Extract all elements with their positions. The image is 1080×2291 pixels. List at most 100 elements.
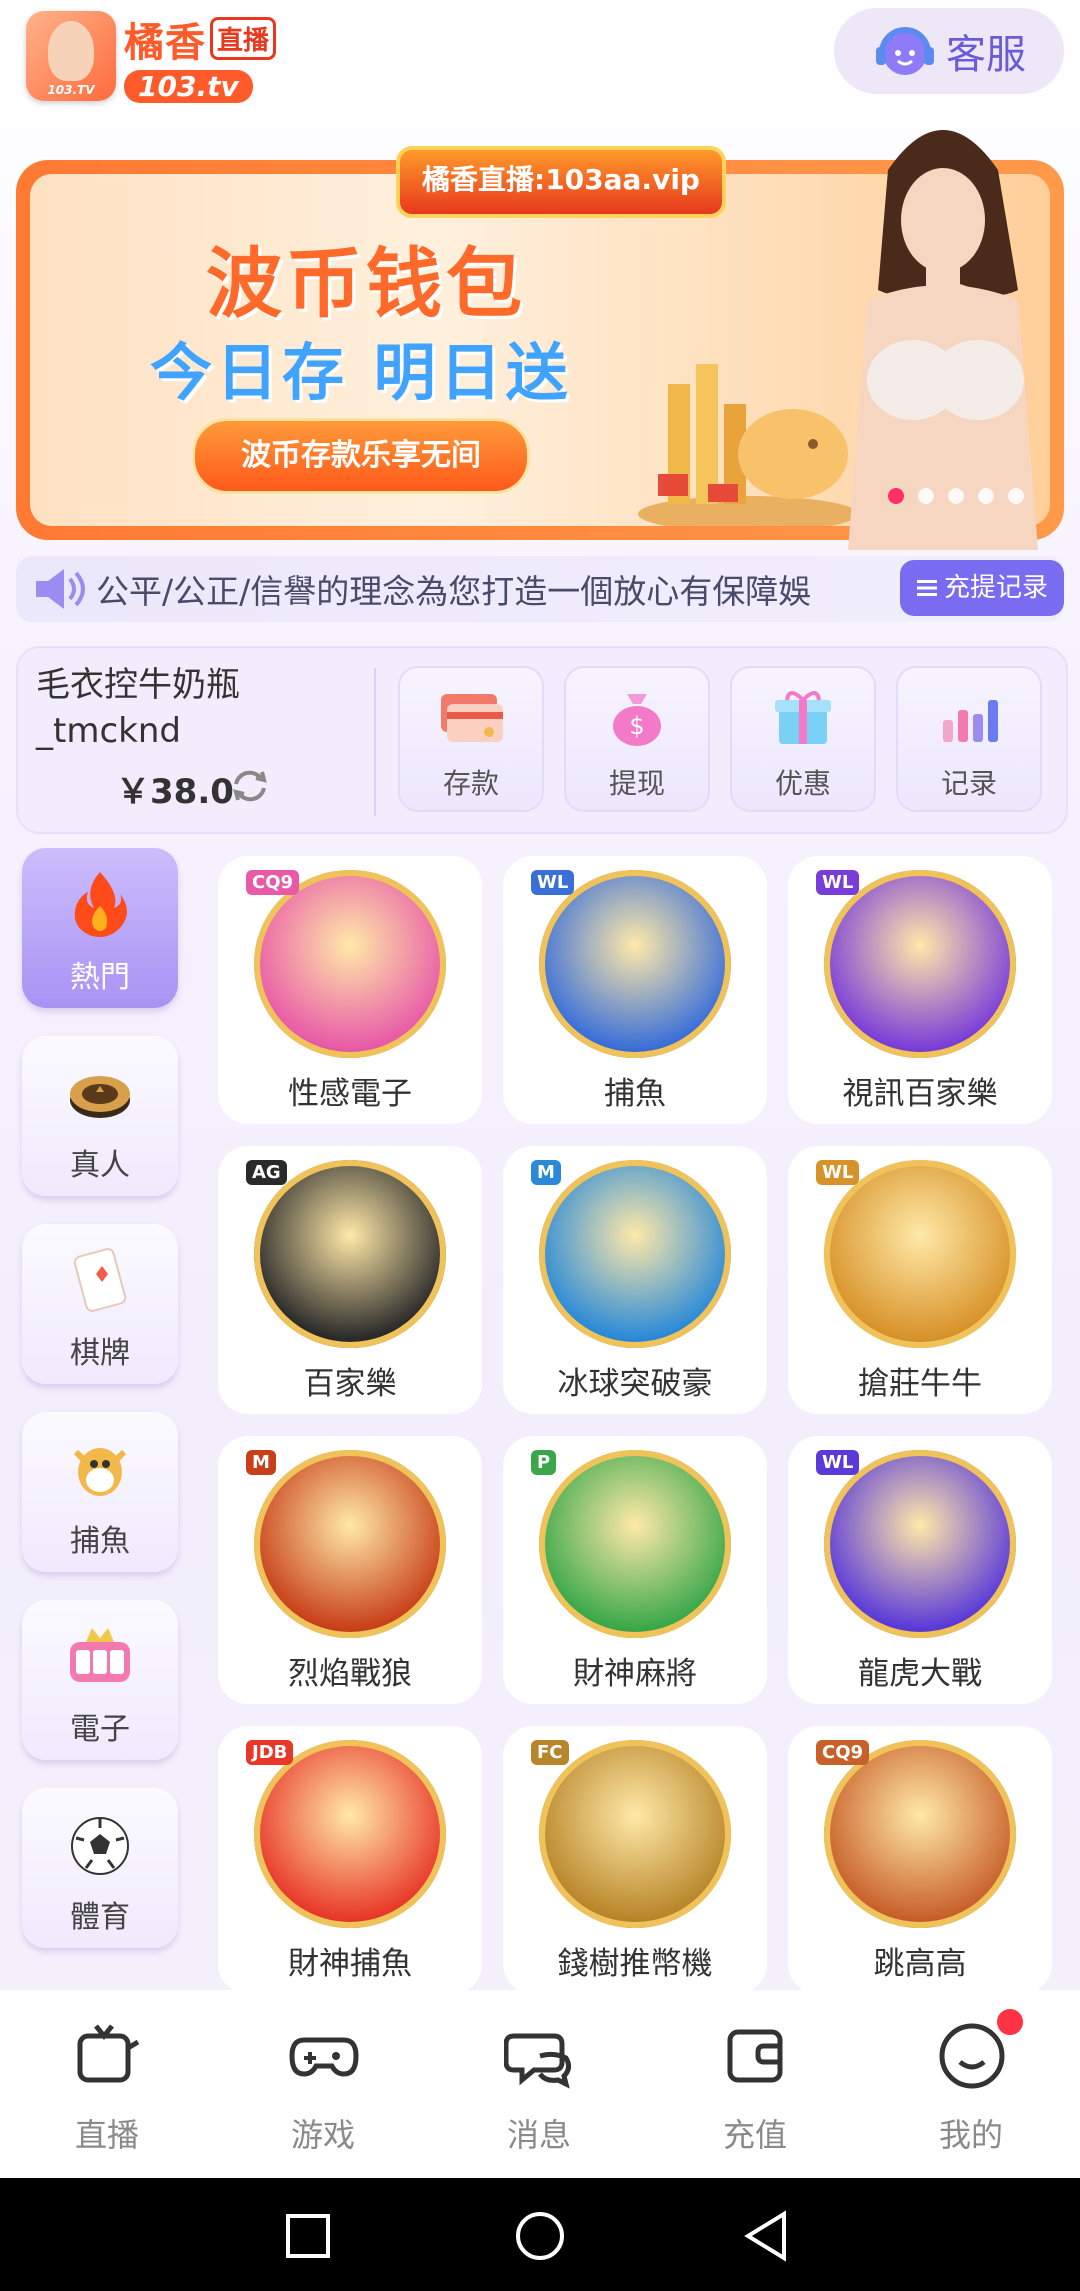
home-icon[interactable] (512, 2208, 568, 2264)
username: 毛衣控牛奶瓶_tmcknd (36, 665, 240, 751)
tab-label: 直播 (74, 2116, 139, 2154)
pagination-dot[interactable] (918, 488, 934, 504)
banner-cta-button[interactable]: 波币存款乐享无间 (192, 418, 530, 494)
deposit-label: 存款 (442, 767, 499, 800)
logo-name: 橘香 (124, 18, 206, 66)
withdraw-label: 提现 (608, 767, 665, 800)
category-hot[interactable]: 熱門 (22, 848, 178, 1008)
game-label: 百家樂 (303, 1366, 397, 1402)
category-label: 棋牌 (70, 1336, 130, 1371)
category-live[interactable]: 真人 (22, 1036, 178, 1196)
wallet-icon (727, 2029, 783, 2083)
category-label: 熱門 (70, 960, 130, 995)
category-sports[interactable]: 體育 (22, 1788, 178, 1948)
banner-model-image (848, 130, 1038, 550)
gamepad-icon (289, 2037, 359, 2077)
game-label: 錢樹推幣機 (557, 1946, 713, 1982)
tab-live[interactable]: 直播 (32, 2010, 182, 2170)
provider-badge: FC (531, 1740, 569, 1765)
provider-badge: M (531, 1160, 561, 1185)
account-panel: 毛衣控牛奶瓶_tmcknd ￥38.0 存款 $ 提现 优惠 记录 (16, 646, 1068, 834)
game-card[interactable]: CQ9 跳高高 (788, 1726, 1052, 1994)
tab-games[interactable]: 游戏 (248, 2010, 398, 2170)
game-card[interactable]: M 冰球突破豪 (503, 1146, 767, 1414)
provider-badge: P (531, 1450, 557, 1475)
promo-banner[interactable]: 橘香直播:103aa.vip 波币钱包 今日存 明日送 波币存款乐享无间 (16, 130, 1064, 550)
soccer-ball-icon (71, 1817, 129, 1875)
logo-badge: 103.TV (47, 83, 95, 97)
game-card[interactable]: WL 龍虎大戰 (788, 1436, 1052, 1704)
pagination-dot[interactable] (978, 488, 994, 504)
game-card[interactable]: P 財神麻將 (503, 1436, 767, 1704)
logo-live: 直播 (210, 17, 277, 60)
deposit-withdraw-record-button[interactable]: 充提记录 (899, 560, 1064, 616)
game-card[interactable]: AG 百家樂 (218, 1146, 482, 1414)
recent-apps-icon[interactable] (280, 2208, 336, 2264)
gift-icon (775, 691, 831, 744)
game-label: 性感電子 (288, 1076, 412, 1112)
promotion-label: 优惠 (774, 767, 831, 800)
game-label: 烈焰戰狼 (288, 1656, 412, 1692)
category-board[interactable]: 棋牌 (22, 1224, 178, 1384)
marquee-text: 公平/公正/信譽的理念為您打造一個放心有保障娛 (96, 572, 812, 611)
pagination-dot[interactable] (948, 488, 964, 504)
pagination-dot[interactable] (888, 488, 904, 504)
category-label: 捕魚 (70, 1524, 130, 1559)
records-label: 记录 (940, 767, 997, 800)
game-thumbnail (824, 1450, 1016, 1638)
category-label: 體育 (70, 1900, 130, 1935)
piggy-bank-illustration (638, 364, 858, 526)
promotion-button[interactable]: 优惠 (730, 666, 876, 812)
game-label: 財神捕魚 (288, 1946, 412, 1982)
provider-badge: CQ9 (816, 1740, 870, 1765)
category-label: 真人 (70, 1148, 130, 1183)
pagination-dot[interactable] (1008, 488, 1024, 504)
game-label: 視訊百家樂 (842, 1076, 998, 1112)
back-icon[interactable] (740, 2208, 796, 2264)
game-thumbnail (824, 1740, 1016, 1928)
game-card[interactable]: JDB 財神捕魚 (218, 1726, 482, 1994)
refresh-icon[interactable] (230, 766, 270, 806)
tab-label: 消息 (506, 2116, 571, 2154)
app-logo[interactable]: 103.TV 橘香 直播 103.tv (26, 10, 326, 103)
banner-subtitle: 今日存 明日送 (150, 336, 572, 409)
category-fishing[interactable]: 捕魚 (22, 1412, 178, 1572)
records-button[interactable]: 记录 (896, 666, 1042, 812)
game-label: 捕魚 (604, 1076, 666, 1112)
provider-badge: JDB (246, 1740, 294, 1765)
provider-badge: WL (816, 1160, 860, 1185)
customer-service-button[interactable]: 客服 (834, 8, 1064, 94)
tab-label: 充值 (722, 2116, 787, 2154)
withdraw-button[interactable]: $ 提现 (564, 666, 710, 812)
provider-badge: CQ9 (246, 870, 300, 895)
camera-icon (77, 2024, 140, 2083)
tab-messages[interactable]: 消息 (464, 2010, 614, 2170)
tab-recharge[interactable]: 充值 (680, 2010, 830, 2170)
game-card[interactable]: WL 搶莊牛牛 (788, 1146, 1052, 1414)
game-thumbnail (539, 1740, 731, 1928)
account-divider (374, 668, 376, 816)
game-thumbnail (254, 1160, 446, 1348)
provider-badge: WL (816, 1450, 860, 1475)
chat-icon (504, 2033, 572, 2089)
game-card[interactable]: CQ9 性感電子 (218, 856, 482, 1124)
notification-badge (994, 2006, 1026, 2038)
balance-value: ￥38.0 (116, 772, 234, 812)
category-slots[interactable]: 電子 (22, 1600, 178, 1760)
game-card[interactable]: M 烈焰戰狼 (218, 1436, 482, 1704)
game-label: 搶莊牛牛 (858, 1366, 982, 1402)
deposit-button[interactable]: 存款 (398, 666, 544, 812)
game-card[interactable]: WL 捕魚 (503, 856, 767, 1124)
game-thumbnail (254, 870, 446, 1058)
fire-icon (74, 872, 127, 937)
headset-icon (876, 27, 934, 75)
banner-pagination (888, 488, 1024, 504)
chip-icon (70, 1076, 130, 1118)
tab-mine[interactable]: 我的 (896, 2010, 1046, 2170)
game-card[interactable]: FC 錢樹推幣機 (503, 1726, 767, 1994)
banner-tag: 橘香直播:103aa.vip (396, 146, 726, 218)
svg-text:$: $ (629, 712, 644, 740)
game-card[interactable]: WL 視訊百家樂 (788, 856, 1052, 1124)
game-thumbnail (824, 1160, 1016, 1348)
tab-label: 我的 (938, 2116, 1003, 2154)
